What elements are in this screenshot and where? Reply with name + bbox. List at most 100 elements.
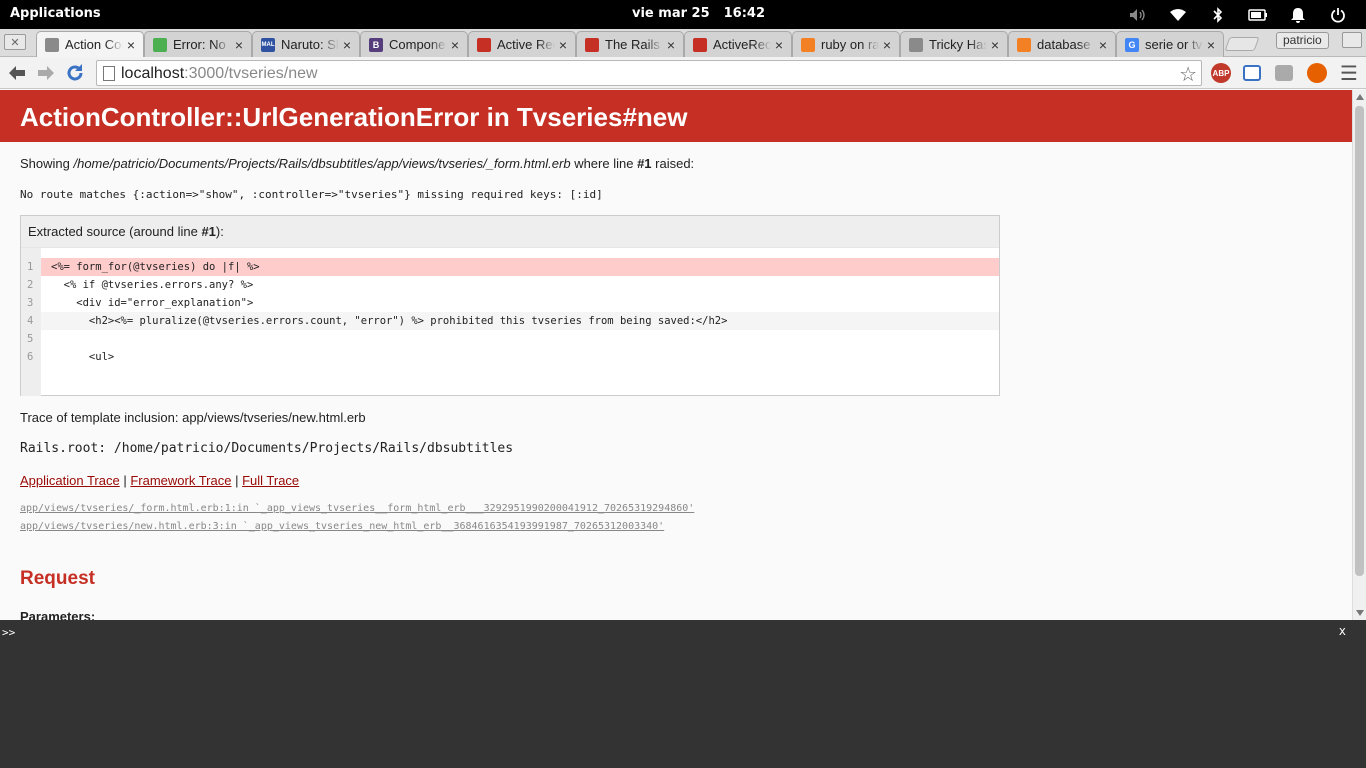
system-tray (1118, 3, 1358, 26)
extension-copy-icon[interactable] (1275, 65, 1293, 81)
scroll-up-icon[interactable] (1356, 94, 1364, 100)
rails-root: Rails.root: /home/patricio/Documents/Pro… (20, 441, 514, 456)
request-heading: Request (20, 568, 95, 589)
extracted-source-heading: Extracted source (around line #1): (21, 216, 999, 248)
tab-label: ActiveReco (713, 37, 771, 52)
tab[interactable]: B Componen × (360, 31, 468, 57)
tab-close-icon[interactable]: × (987, 37, 1003, 53)
address-url: localhost:3000/tvseries/new (121, 65, 318, 82)
extension-icon[interactable] (1243, 65, 1261, 81)
scroll-down-icon[interactable] (1356, 610, 1364, 616)
bookmark-star-icon[interactable]: ☆ (1179, 62, 1197, 87)
volume-icon[interactable] (1118, 3, 1158, 26)
tab[interactable]: Tricky Has × (900, 31, 1008, 57)
line-number: 6 (27, 351, 34, 363)
code-line: 2 <% if @tvseries.errors.any? %> (21, 276, 999, 294)
tab[interactable]: Error: No × (144, 31, 252, 57)
full-trace-link[interactable]: Full Trace (242, 473, 299, 488)
tab[interactable]: database - × (1008, 31, 1116, 57)
notifications-icon[interactable] (1278, 3, 1318, 26)
code-line: 5 (21, 330, 999, 348)
tab-list: Action Con × Error: No × MAL Naruto: Sh × B Comp… (36, 31, 1224, 57)
adblock-icon[interactable]: ABP (1211, 63, 1231, 83)
stackoverflow-favicon (801, 37, 815, 52)
error-title: ActionController::UrlGenerationError in … (0, 90, 1352, 142)
tab-close-icon[interactable]: × (123, 37, 139, 53)
application-trace-link[interactable]: Application Trace (20, 473, 120, 488)
framework-trace-link[interactable]: Framework Trace (130, 473, 231, 488)
console-close-button[interactable]: x (1339, 624, 1346, 638)
mal-favicon: MAL (261, 37, 275, 52)
tab-label: Naruto: Sh (281, 37, 339, 52)
code-line: 3 <div id="error_explanation"> (21, 294, 999, 312)
profile-button[interactable]: patricio (1276, 32, 1329, 49)
address-bar[interactable]: localhost:3000/tvseries/new ☆ (96, 60, 1202, 86)
new-tab-button[interactable] (1224, 37, 1260, 51)
tab[interactable]: Gserie or tv × (1116, 31, 1224, 57)
tab[interactable]: ruby on ra × (792, 31, 900, 57)
tab-close-icon[interactable]: × (339, 37, 355, 53)
back-icon[interactable] (6, 62, 28, 84)
firefox-icon[interactable] (1307, 63, 1327, 83)
bluetooth-icon[interactable] (1198, 3, 1238, 26)
extracted-source: Extracted source (around line #1): 1 <%= … (20, 215, 1000, 396)
tab-close-icon[interactable]: × (555, 37, 571, 53)
browser-tab-strip: ✕ Action Con × Error: No × MAL Naruto: Sh × B Co… (0, 29, 1366, 57)
applications-menu[interactable]: Applications (10, 6, 101, 21)
page-content: ActionController::UrlGenerationError in … (0, 90, 1352, 620)
error-location: Showing /home/patricio/Documents/Project… (20, 156, 695, 171)
error-favicon (153, 37, 167, 52)
page-scrollbar[interactable] (1352, 90, 1366, 620)
tab-close-icon[interactable]: × (771, 37, 787, 53)
tab[interactable]: Active Rec × (468, 31, 576, 57)
code-text: <ul> (51, 351, 115, 363)
page-icon (45, 37, 59, 52)
line-number: 1 (27, 261, 34, 273)
power-icon[interactable] (1318, 3, 1358, 26)
trace-line[interactable]: app/views/tvseries/_form.html.erb:1:in `… (20, 503, 694, 514)
menu-icon[interactable]: ☰ (1339, 63, 1359, 85)
forward-icon[interactable] (35, 62, 57, 84)
rails-favicon (477, 37, 491, 52)
tab-label: Action Con (65, 37, 123, 52)
tab-close-icon[interactable]: × (1095, 37, 1111, 53)
tab-close-icon[interactable]: × (231, 37, 247, 53)
line-number: 3 (27, 297, 34, 309)
parameters-label: Parameters: (20, 609, 96, 620)
battery-icon[interactable] (1238, 3, 1278, 26)
code-text: <% if @tvseries.errors.any? %> (51, 279, 254, 291)
code-line: 6 <ul> (21, 348, 999, 366)
tab-close-icon[interactable]: × (663, 37, 679, 53)
tab-close-icon[interactable]: × (879, 37, 895, 53)
tab-label: serie or tv (1145, 37, 1203, 52)
code-text: <div id="error_explanation"> (51, 297, 254, 309)
tab[interactable]: The Rails G× (576, 31, 684, 57)
tab[interactable]: Action Con × (36, 31, 144, 57)
tab-label: Active Rec (497, 37, 555, 52)
line-number: 4 (27, 315, 34, 327)
tab[interactable]: MAL Naruto: Sh × (252, 31, 360, 57)
window-close-icon[interactable]: ✕ (4, 34, 26, 50)
web-console[interactable]: >> x (0, 620, 1366, 768)
tab-label: ruby on ra (821, 37, 879, 52)
tab-label: The Rails G (605, 37, 663, 52)
scrollbar-thumb[interactable] (1355, 106, 1364, 576)
tab-label: Tricky Has (929, 37, 987, 52)
google-favicon: G (1125, 37, 1139, 52)
code-text: <%= form_for(@tvseries) do |f| %> (51, 261, 260, 273)
tab[interactable]: ActiveReco× (684, 31, 792, 57)
rails-favicon (693, 37, 707, 52)
clock[interactable]: vie mar 25 16:42 (632, 6, 779, 21)
tab-close-icon[interactable]: × (1203, 37, 1219, 53)
window-restore-button[interactable] (1342, 32, 1362, 48)
wifi-icon[interactable] (1158, 3, 1198, 26)
page-icon (103, 66, 115, 81)
code-text: <h2><%= pluralize(@tvseries.errors.count… (51, 315, 728, 327)
trace-line[interactable]: app/views/tvseries/new.html.erb:3:in `_a… (20, 521, 664, 532)
tab-close-icon[interactable]: × (447, 37, 463, 53)
clock-date: vie mar 25 (632, 6, 710, 21)
console-prompt[interactable]: >> (2, 626, 15, 639)
clock-time: 16:42 (723, 6, 766, 21)
page-icon (909, 37, 923, 52)
reload-icon[interactable] (64, 62, 86, 84)
